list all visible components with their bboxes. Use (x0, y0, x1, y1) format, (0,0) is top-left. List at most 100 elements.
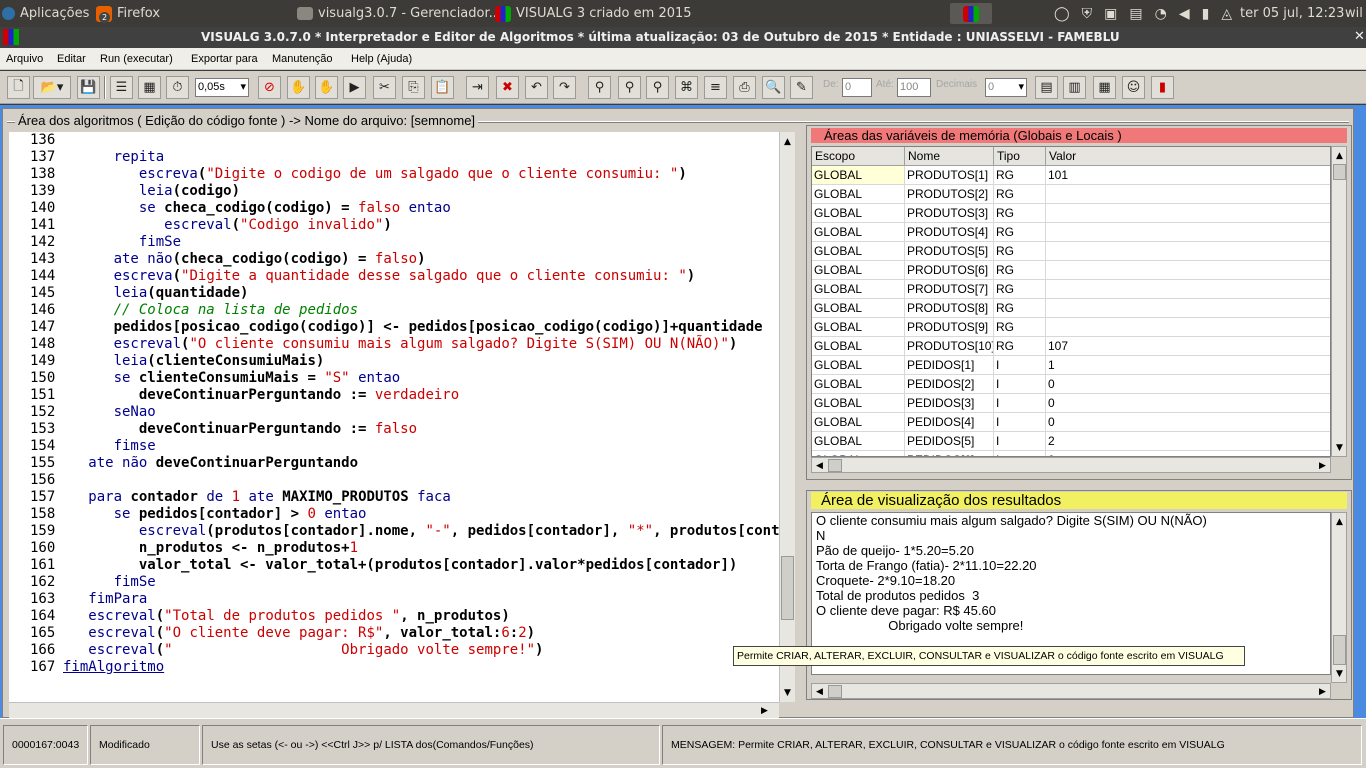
de-input[interactable]: 0 (842, 78, 872, 97)
code-line[interactable]: 137 repita (9, 149, 779, 166)
calendar-icon[interactable]: ▦ (1093, 76, 1116, 99)
code-text[interactable]: // Coloca na lista de pedidos (63, 302, 358, 319)
ate-input[interactable]: 100 (897, 78, 931, 97)
code-line[interactable]: 139 leia(codigo) (9, 183, 779, 200)
indent-icon[interactable]: ⇥ (466, 76, 489, 99)
code-line[interactable]: 152 seNao (9, 404, 779, 421)
decimais-select[interactable]: 0 ▾ (985, 78, 1027, 97)
code-line[interactable]: 142 fimSe (9, 234, 779, 251)
column-header[interactable]: Tipo (994, 147, 1046, 166)
code-text[interactable]: leia(clienteConsumiuMais) (63, 353, 325, 370)
ascii-table-icon[interactable]: ▥ (1063, 76, 1086, 99)
table-row[interactable]: GLOBAL PEDIDOS[4] I 0 (812, 413, 1330, 432)
code-line[interactable]: 143 ate não(checa_codigo(codigo) = falso… (9, 251, 779, 268)
code-text[interactable]: se checa_codigo(codigo) = falso entao (63, 200, 451, 217)
scroll-thumb[interactable] (1333, 635, 1346, 665)
code-line[interactable]: 153 deveContinuarPerguntando := falso (9, 421, 779, 438)
timer-icon[interactable]: ⏱ (166, 76, 189, 99)
find-replace-icon[interactable]: ⚲ (618, 76, 641, 99)
clock[interactable]: ter 05 jul, 12:23 (1240, 3, 1344, 24)
table-row[interactable]: GLOBAL PRODUTOS[1] RG 101 (812, 166, 1330, 185)
lightbulb-icon[interactable]: ◯ (1054, 6, 1070, 22)
battery-icon[interactable]: ▮ (1202, 6, 1210, 22)
menu-manutencao[interactable]: Manutenção (272, 53, 333, 65)
table-row[interactable]: GLOBAL PEDIDOS[3] I 0 (812, 394, 1330, 413)
editor-horizontal-scrollbar[interactable]: ▶ (9, 702, 779, 718)
code-text[interactable]: fimSe (63, 574, 156, 591)
update-icon[interactable]: ▣ (1104, 6, 1117, 22)
variables-horizontal-scrollbar[interactable]: ◀ ▶ (811, 457, 1331, 473)
code-line[interactable]: 154 fimse (9, 438, 779, 455)
scroll-down-icon[interactable]: ▼ (780, 685, 795, 700)
user-menu[interactable]: wil (1345, 3, 1366, 24)
scroll-right-icon[interactable]: ▶ (1315, 458, 1330, 473)
binoculars-icon[interactable]: ⚲ (588, 76, 611, 99)
code-text[interactable]: escreva("Digite a quantidade desse salga… (63, 268, 696, 285)
clipboard-icon[interactable]: ▤ (1129, 6, 1142, 22)
variables-vertical-scrollbar[interactable]: ▲ ▼ (1331, 146, 1347, 457)
code-line[interactable]: 157 para contador de 1 ate MAXIMO_PRODUT… (9, 489, 779, 506)
code-text[interactable]: repita (63, 149, 165, 166)
scroll-thumb[interactable] (828, 459, 842, 472)
code-text[interactable]: deveContinuarPerguntando := verdadeiro (63, 387, 459, 404)
code-line[interactable]: 156 (9, 472, 779, 489)
code-text[interactable]: n_produtos <- n_produtos+1 (63, 540, 358, 557)
scroll-down-icon[interactable]: ▼ (1332, 440, 1347, 455)
open-file-icon[interactable]: 📂▾ (33, 76, 71, 99)
table-row[interactable]: GLOBAL PRODUTOS[8] RG (812, 299, 1330, 318)
table-row[interactable]: GLOBAL PRODUTOS[6] RG (812, 261, 1330, 280)
code-line[interactable]: 148 escreval("O cliente consumiu mais al… (9, 336, 779, 353)
code-text[interactable]: fimse (63, 438, 156, 455)
code-text[interactable]: seNao (63, 404, 156, 421)
code-line[interactable]: 162 fimSe (9, 574, 779, 591)
hand-icon[interactable]: ✋ (287, 76, 310, 99)
task-file-manager[interactable]: visualg3.0.7 - Gerenciador... (297, 3, 501, 24)
run-icon[interactable]: ▶ (343, 76, 366, 99)
code-text[interactable]: ate não(checa_codigo(codigo) = falso) (63, 251, 426, 268)
stop-icon[interactable]: ⊘ (258, 76, 281, 99)
code-line[interactable]: 144 escreva("Digite a quantidade desse s… (9, 268, 779, 285)
code-line[interactable]: 164 escreval("Total de produtos pedidos … (9, 608, 779, 625)
code-text[interactable]: escreval(produtos[contador].nome, "-", p… (63, 523, 779, 540)
code-line[interactable]: 158 se pedidos[contador] > 0 entao (9, 506, 779, 523)
scroll-left-icon[interactable]: ◀ (812, 684, 827, 699)
firefox-launcher[interactable]: 2 Firefox (96, 3, 160, 24)
code-text[interactable]: escreval(" Obrigado volte sempre!") (63, 642, 543, 659)
code-text[interactable]: leia(codigo) (63, 183, 240, 200)
code-line[interactable]: 145 leia(quantidade) (9, 285, 779, 302)
code-text[interactable]: fimAlgoritmo (63, 659, 164, 676)
code-line[interactable]: 150 se clienteConsumiuMais = "S" entao (9, 370, 779, 387)
code-line[interactable]: 163 fimPara (9, 591, 779, 608)
magic-wand-icon[interactable]: ✎ (790, 76, 813, 99)
variables-table[interactable]: Escopo Nome Tipo Valor GLOBAL PRODUTOS[1] RG 10… (811, 146, 1331, 457)
code-text[interactable]: fimSe (63, 234, 181, 251)
cut-icon[interactable]: ✂ (373, 76, 396, 99)
scroll-thumb[interactable] (828, 685, 842, 698)
scroll-thumb[interactable] (781, 556, 794, 620)
menu-arquivo[interactable]: Arquivo (6, 53, 43, 65)
table-row[interactable]: GLOBAL PEDIDOS[1] I 1 (812, 356, 1330, 375)
save-icon[interactable]: 💾 (77, 76, 100, 99)
exit-icon[interactable]: ▮ (1151, 76, 1174, 99)
redo-icon[interactable]: ↷ (553, 76, 576, 99)
code-line[interactable]: 147 pedidos[posicao_codigo(codigo)] <- p… (9, 319, 779, 336)
close-icon[interactable]: ✕ (1354, 29, 1365, 44)
table-row[interactable]: GLOBAL PRODUTOS[10] RG 107 (812, 337, 1330, 356)
undo-icon[interactable]: ↶ (525, 76, 548, 99)
code-text[interactable]: para contador de 1 ate MAXIMO_PRODUTOS f… (63, 489, 451, 506)
calculator-icon[interactable]: ▤ (1035, 76, 1058, 99)
scroll-right-icon[interactable]: ▶ (1315, 684, 1330, 699)
menu-help[interactable]: Help (Ajuda) (351, 53, 412, 65)
find-next-icon[interactable]: ⚲ (646, 76, 669, 99)
code-text[interactable]: deveContinuarPerguntando := falso (63, 421, 417, 438)
table-row[interactable]: GLOBAL PEDIDOS[5] I 2 (812, 432, 1330, 451)
menu-exportar[interactable]: Exportar para (191, 53, 258, 65)
code-text[interactable]: escreval("Total de produtos pedidos ", n… (63, 608, 509, 625)
code-text[interactable]: escreval("O cliente consumiu mais algum … (63, 336, 738, 353)
editor-vertical-scrollbar[interactable]: ▲ ▼ (779, 132, 795, 702)
new-file-icon[interactable]: 🗋 (7, 76, 30, 99)
code-line[interactable]: 165 escreval("O cliente deve pagar: R$",… (9, 625, 779, 642)
speed-select[interactable]: 0,05s ▾ (195, 78, 249, 97)
scroll-left-icon[interactable]: ◀ (812, 458, 827, 473)
scroll-up-icon[interactable]: ▲ (1332, 148, 1347, 163)
